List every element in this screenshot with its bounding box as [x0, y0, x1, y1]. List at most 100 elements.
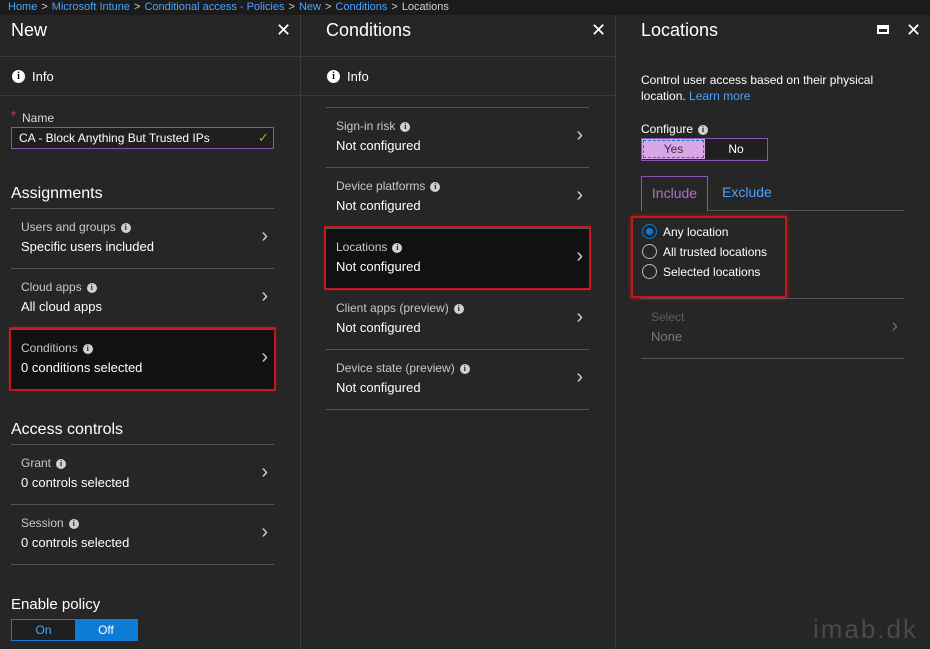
blade-title-conditions: Conditions	[326, 20, 412, 40]
breadcrumb-separator: >	[324, 1, 332, 13]
row-value: Specific users included	[21, 239, 154, 254]
row-value: Not configured	[336, 198, 421, 213]
configure-yes[interactable]: Yes	[642, 139, 705, 159]
configure-label: Configure i	[641, 122, 709, 136]
row-label: Cloud apps i	[21, 280, 97, 294]
info-bar[interactable]: i Info	[0, 56, 300, 96]
info-icon: i	[327, 69, 340, 83]
tab-include[interactable]: Include	[641, 176, 708, 211]
conditions-row[interactable]: Conditions i 0 conditions selected ›	[9, 327, 276, 391]
chevron-right-icon: ›	[261, 225, 268, 247]
maximize-icon[interactable]	[877, 25, 889, 34]
locations-row[interactable]: Locations i Not configured ›	[324, 226, 591, 290]
row-value: None	[651, 329, 683, 344]
device-state-row[interactable]: Device state (preview) i Not configured ›	[326, 349, 589, 409]
cloud-apps-row[interactable]: Cloud apps i All cloud apps ›	[11, 268, 274, 328]
learn-more-link[interactable]: Learn more	[689, 89, 750, 103]
assignments-heading: Assignments	[11, 185, 103, 202]
info-icon: i	[698, 125, 709, 135]
radio-any-location[interactable]: Any location	[642, 224, 728, 239]
info-icon: i	[453, 304, 464, 314]
breadcrumb-new[interactable]: New	[299, 1, 321, 13]
breadcrumb-separator: >	[391, 1, 398, 13]
row-label: Session i	[21, 516, 79, 530]
configure-no[interactable]: No	[705, 139, 767, 159]
breadcrumb-ca-policies[interactable]: Conditional access - Policies	[144, 1, 284, 13]
chevron-right-icon: ›	[576, 124, 583, 146]
radio-selected-icon	[642, 224, 657, 239]
row-value: All cloud apps	[21, 299, 102, 314]
chevron-right-icon: ›	[261, 285, 268, 307]
breadcrumb-separator: >	[288, 1, 295, 13]
row-value: Not configured	[336, 320, 421, 335]
row-label: Grant i	[21, 456, 67, 470]
info-icon: i	[68, 519, 79, 529]
row-value: 0 controls selected	[21, 475, 130, 490]
radio-icon	[642, 264, 657, 279]
select-locations-row: Select None ›	[641, 298, 904, 358]
users-groups-row[interactable]: Users and groups i Specific users include…	[11, 208, 274, 268]
chevron-right-icon: ›	[261, 461, 268, 483]
chevron-right-icon: ›	[261, 346, 268, 368]
row-value: 0 controls selected	[21, 535, 130, 550]
row-label: Users and groups i	[21, 220, 131, 234]
close-icon[interactable]: ✕	[906, 21, 921, 39]
toggle-on[interactable]: On	[12, 620, 75, 640]
blade-title-locations: Locations	[641, 20, 719, 40]
locations-description: Control user access based on their physi…	[641, 73, 874, 103]
row-label: Select	[651, 310, 685, 324]
info-icon: i	[12, 69, 25, 83]
divider	[11, 564, 274, 565]
access-controls-heading: Access controls	[11, 421, 124, 438]
grant-row[interactable]: Grant i 0 controls selected ›	[11, 444, 274, 504]
tab-underline	[708, 210, 904, 211]
row-label: Conditions i	[21, 341, 93, 355]
info-icon: i	[82, 344, 93, 354]
radio-all-trusted[interactable]: All trusted locations	[642, 244, 767, 259]
tab-exclude[interactable]: Exclude	[722, 176, 772, 211]
info-icon: i	[120, 223, 131, 233]
radio-selected-locations[interactable]: Selected locations	[642, 264, 760, 279]
client-apps-row[interactable]: Client apps (preview) i Not configured ›	[326, 289, 589, 349]
breadcrumb-current: Locations	[401, 1, 449, 13]
info-icon: i	[56, 459, 67, 469]
device-platforms-row[interactable]: Device platforms i Not configured ›	[326, 167, 589, 227]
row-value: Not configured	[336, 380, 421, 395]
enable-policy-toggle[interactable]: On Off	[11, 619, 138, 641]
toggle-off[interactable]: Off	[75, 620, 137, 640]
required-asterisk: *	[11, 108, 17, 123]
sign-in-risk-row[interactable]: Sign-in risk i Not configured ›	[326, 107, 589, 167]
breadcrumb-home[interactable]: Home	[8, 1, 37, 13]
radio-icon	[642, 244, 657, 259]
row-label: Locations i	[336, 240, 403, 254]
breadcrumb-separator: >	[41, 1, 48, 13]
info-bar[interactable]: i Info	[301, 56, 615, 96]
checkmark-icon: ✓	[258, 130, 269, 145]
session-row[interactable]: Session i 0 controls selected ›	[11, 504, 274, 564]
breadcrumb-conditions[interactable]: Conditions	[335, 1, 387, 13]
chevron-right-icon: ›	[576, 184, 583, 206]
info-icon: i	[392, 243, 403, 253]
chevron-right-icon: ›	[261, 521, 268, 543]
info-icon: i	[459, 364, 470, 374]
breadcrumb-intune[interactable]: Microsoft Intune	[52, 1, 130, 13]
chevron-right-icon: ›	[891, 315, 898, 337]
conditions-blade: Conditions ✕ i Info Sign-in risk i Not co…	[301, 15, 615, 649]
configure-toggle[interactable]: Yes No	[641, 138, 768, 161]
close-icon[interactable]: ✕	[591, 21, 606, 39]
divider	[326, 409, 589, 410]
row-value: Not configured	[336, 259, 421, 274]
locations-blade: Locations ✕ Control user access based on…	[616, 15, 930, 649]
name-input[interactable]: CA - Block Anything But Trusted IPs	[11, 127, 274, 149]
name-label: Name	[22, 111, 55, 125]
row-value: Not configured	[336, 138, 421, 153]
info-icon: i	[86, 283, 97, 293]
row-label: Device platforms i	[336, 179, 441, 193]
divider	[641, 358, 904, 359]
row-value: 0 conditions selected	[21, 360, 143, 375]
row-label: Sign-in risk i	[336, 119, 411, 133]
info-icon: i	[400, 122, 411, 132]
close-icon[interactable]: ✕	[276, 21, 291, 39]
blade-title-new: New	[11, 20, 48, 40]
breadcrumb-separator: >	[134, 1, 141, 13]
